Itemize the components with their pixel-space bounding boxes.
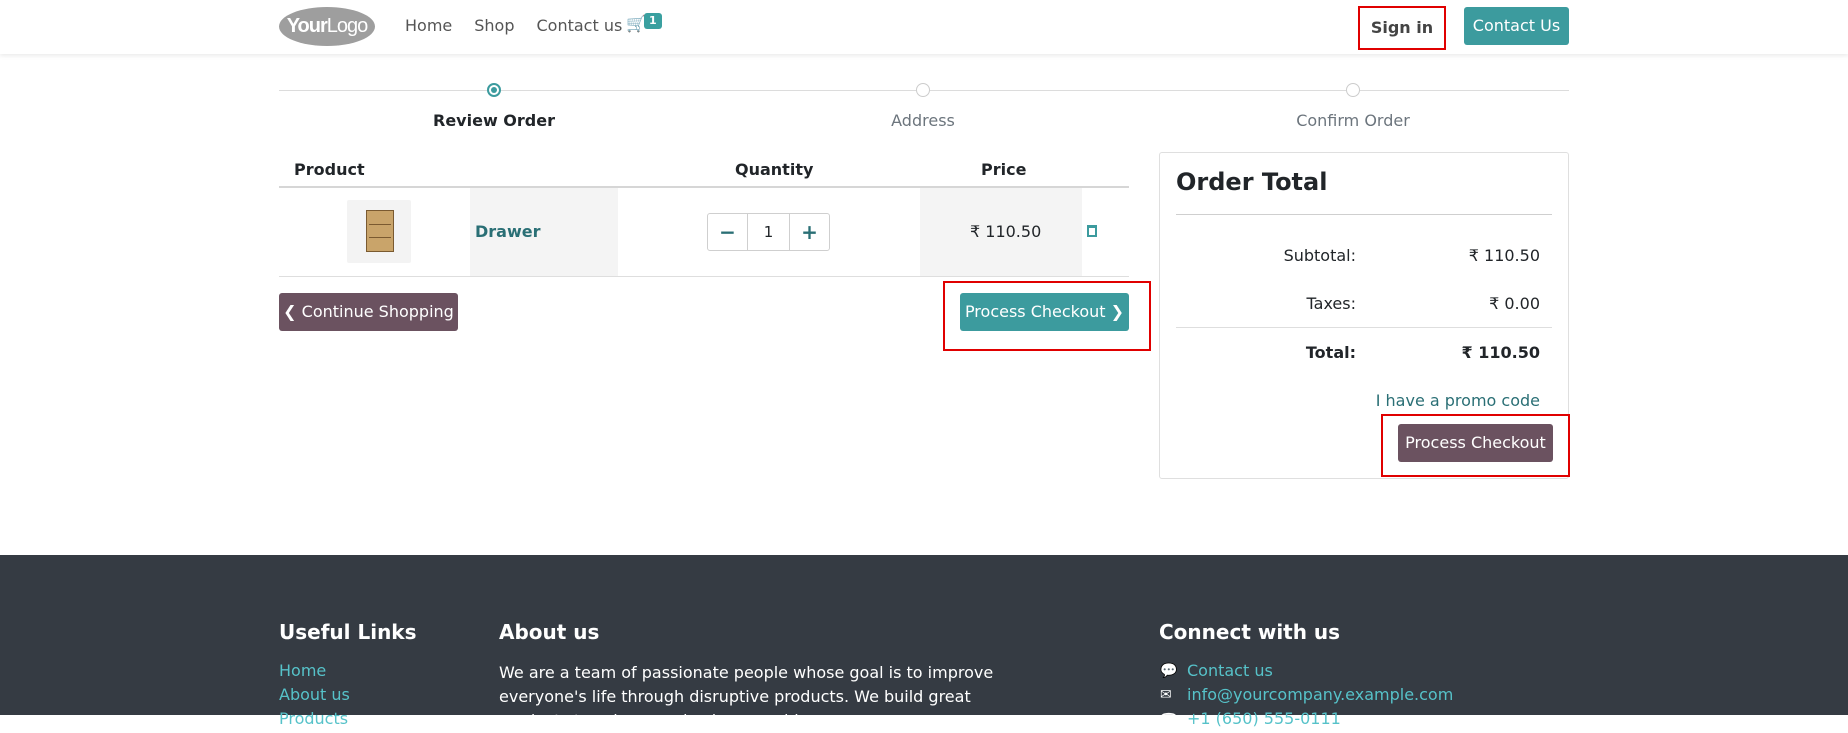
envelope-icon: ✉ bbox=[1160, 687, 1172, 703]
line-price: ₹ 110.50 bbox=[970, 222, 1042, 241]
nav-shop[interactable]: Shop bbox=[474, 16, 514, 35]
decrease-quantity-button[interactable]: − bbox=[708, 214, 747, 250]
product-name-link[interactable]: Drawer bbox=[475, 222, 541, 241]
main-nav: Home Shop Contact us bbox=[405, 16, 622, 35]
process-checkout-button[interactable]: Process Checkout ❯ bbox=[960, 293, 1129, 331]
trash-icon[interactable] bbox=[1087, 225, 1097, 237]
total-divider bbox=[1176, 327, 1552, 328]
footer-email-link[interactable]: info@yourcompany.example.com bbox=[1187, 685, 1453, 704]
promo-code-link[interactable]: I have a promo code bbox=[1330, 391, 1540, 410]
footer-link-products[interactable]: Products bbox=[279, 709, 348, 728]
sign-in-link[interactable]: Sign in bbox=[1358, 6, 1446, 50]
taxes-value: ₹ 0.00 bbox=[1489, 294, 1540, 313]
step-dot-review bbox=[487, 83, 501, 97]
column-header-product: Product bbox=[294, 160, 365, 179]
footer-about-text: We are a team of passionate people whose… bbox=[499, 663, 994, 730]
order-total-divider bbox=[1176, 214, 1552, 215]
continue-shopping-button[interactable]: ❮ Continue Shopping bbox=[279, 293, 458, 331]
taxes-label: Taxes: bbox=[1306, 294, 1356, 313]
logo-text-bold: Your bbox=[286, 15, 328, 37]
logo-text-light: Logo bbox=[326, 15, 368, 37]
cart-link[interactable]: 🛒 1 bbox=[626, 13, 662, 33]
top-navbar: YourLogo Home Shop Contact us 🛒 1 Sign i… bbox=[0, 0, 1848, 54]
chat-icon: 💬 bbox=[1160, 663, 1178, 679]
total-label: Total: bbox=[1305, 343, 1356, 362]
footer-link-home[interactable]: Home bbox=[279, 661, 326, 680]
step-dot-confirm bbox=[1346, 83, 1360, 97]
step-review-order: Review Order bbox=[433, 111, 555, 130]
footer-contact-link[interactable]: Contact us bbox=[1187, 661, 1273, 680]
column-header-quantity: Quantity bbox=[735, 160, 814, 179]
summary-process-checkout-button[interactable]: Process Checkout bbox=[1398, 424, 1553, 462]
footer-useful-links-title: Useful Links bbox=[279, 620, 417, 644]
step-dot-address bbox=[916, 83, 930, 97]
column-header-price: Price bbox=[981, 160, 1027, 179]
footer-link-about[interactable]: About us bbox=[279, 685, 350, 704]
nav-contact-us[interactable]: Contact us bbox=[537, 16, 623, 35]
company-logo[interactable]: YourLogo bbox=[279, 7, 375, 46]
order-total-title: Order Total bbox=[1176, 168, 1328, 196]
quantity-input[interactable]: 1 bbox=[747, 214, 790, 250]
footer-connect-title: Connect with us bbox=[1159, 620, 1341, 644]
step-confirm-order: Confirm Order bbox=[1296, 111, 1410, 130]
step-address: Address bbox=[891, 111, 955, 130]
drawer-image bbox=[366, 210, 394, 252]
product-thumbnail[interactable] bbox=[347, 200, 411, 263]
subtotal-label: Subtotal: bbox=[1283, 246, 1356, 265]
subtotal-value: ₹ 110.50 bbox=[1468, 246, 1540, 265]
increase-quantity-button[interactable]: + bbox=[790, 214, 829, 250]
footer-about-title: About us bbox=[499, 620, 600, 644]
table-row-divider bbox=[279, 276, 1129, 277]
cart-count-badge: 1 bbox=[644, 13, 662, 29]
total-value: ₹ 110.50 bbox=[1461, 343, 1540, 362]
footer-phone-link[interactable]: +1 (650) 555-0111 bbox=[1187, 709, 1341, 728]
phone-icon: ☎ bbox=[1160, 711, 1178, 727]
cart-icon: 🛒 bbox=[626, 14, 646, 33]
nav-home[interactable]: Home bbox=[405, 16, 452, 35]
contact-us-button[interactable]: Contact Us bbox=[1464, 7, 1569, 45]
quantity-stepper: − 1 + bbox=[707, 213, 830, 251]
